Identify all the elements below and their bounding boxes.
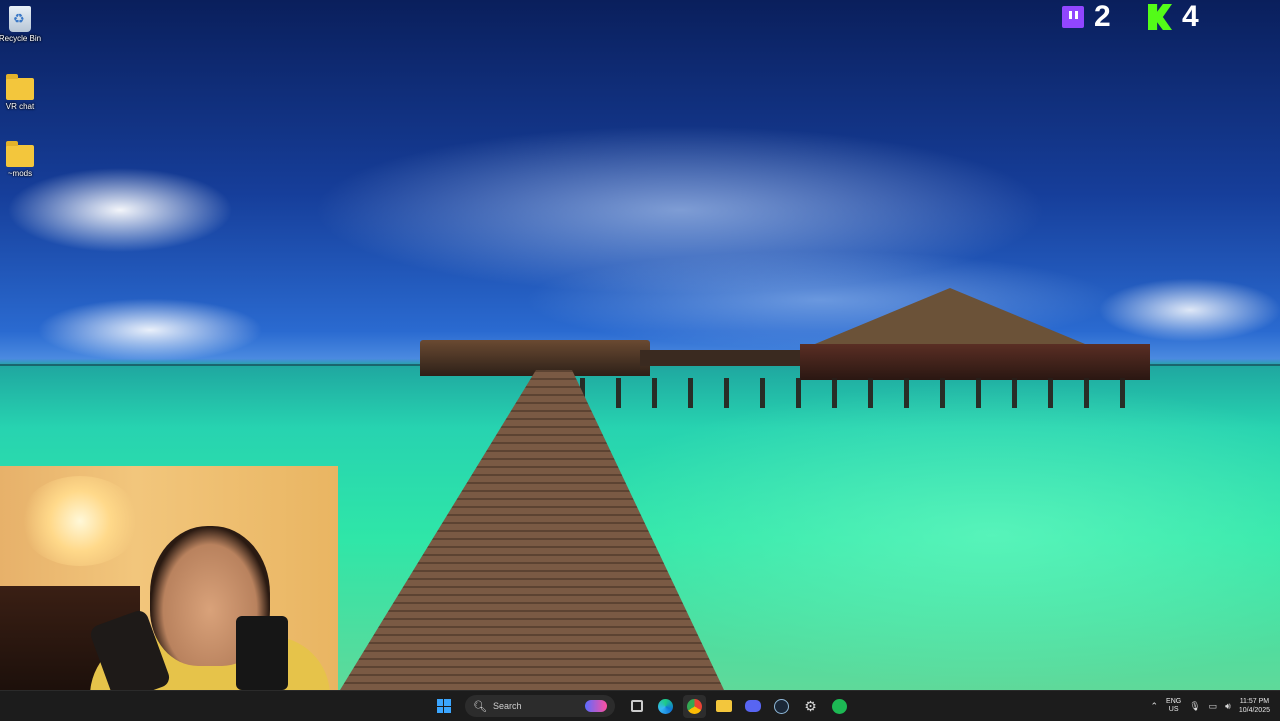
settings-button[interactable]: ⚙ bbox=[799, 695, 822, 718]
phone bbox=[236, 616, 288, 690]
spotify-button[interactable] bbox=[828, 695, 851, 718]
webcam-overlay bbox=[0, 466, 338, 690]
desktop-icon-label: Recycle Bin bbox=[0, 34, 42, 43]
kick-viewer-count: 4 bbox=[1182, 0, 1199, 33]
system-tray: ⌃ ENG US 🎙︎ ▭ 🔊︎ 11:57 PM 10/4/2025 bbox=[1151, 691, 1271, 721]
distant-pier bbox=[640, 350, 800, 366]
desktop-icon-vr-chat[interactable]: VR chat bbox=[0, 74, 48, 111]
chrome-button[interactable] bbox=[683, 694, 706, 718]
search-icon: 🔍︎ bbox=[473, 700, 487, 713]
steam-icon bbox=[774, 698, 789, 714]
twitch-icon bbox=[1062, 6, 1084, 28]
folder-icon bbox=[6, 74, 34, 100]
distant-huts bbox=[420, 340, 650, 376]
start-button[interactable] bbox=[432, 695, 455, 718]
desktop-icon-recycle-bin[interactable]: Recycle Bin bbox=[0, 6, 48, 43]
task-view-icon bbox=[630, 700, 643, 712]
clock-time: 11:57 PM bbox=[1239, 698, 1270, 705]
settings-icon: ⚙ bbox=[804, 698, 817, 714]
folder-icon bbox=[6, 141, 34, 167]
desktop-icon-label: ~mods bbox=[7, 169, 33, 178]
start-icon bbox=[436, 699, 451, 713]
kick-icon bbox=[1148, 4, 1172, 30]
network-icon[interactable]: ▭ bbox=[1209, 701, 1218, 712]
edge-icon bbox=[658, 698, 673, 714]
edge-button[interactable] bbox=[654, 695, 677, 718]
microphone-icon[interactable]: 🎙︎ bbox=[1189, 701, 1200, 712]
lamp-light bbox=[20, 476, 140, 566]
desktop-icon-mods[interactable]: ~mods bbox=[0, 141, 48, 178]
hut-body bbox=[800, 344, 1150, 380]
file-explorer-icon bbox=[715, 700, 732, 712]
taskbar-search[interactable]: 🔍︎ Search bbox=[465, 695, 615, 717]
media-icon bbox=[585, 700, 607, 712]
taskbar: 🔍︎ Search ⚙ ⌃ ENG US 🎙︎ ▭ 🔊︎ 11:57 PM 10… bbox=[0, 690, 1280, 721]
clock[interactable]: 11:57 PM 10/4/2025 bbox=[1239, 697, 1270, 715]
desktop-icon-label: VR chat bbox=[5, 102, 35, 111]
discord-icon bbox=[744, 700, 761, 712]
volume-icon[interactable]: 🔊︎ bbox=[1225, 701, 1231, 712]
region-code: US bbox=[1168, 706, 1179, 713]
twitch-viewer-count: 2 bbox=[1094, 0, 1111, 33]
clock-date: 10/4/2025 bbox=[1238, 707, 1270, 714]
steam-button[interactable] bbox=[770, 695, 793, 718]
language-indicator[interactable]: ENG US bbox=[1166, 698, 1181, 714]
task-view-button[interactable] bbox=[625, 695, 648, 718]
chrome-icon bbox=[687, 698, 702, 714]
search-label: Search bbox=[492, 701, 522, 711]
pier-stilts bbox=[580, 378, 1150, 408]
recycle-bin-icon bbox=[9, 6, 31, 32]
taskbar-pinned: 🔍︎ Search ⚙ bbox=[432, 691, 851, 721]
twitch-viewer-counter: 2 bbox=[1062, 0, 1111, 34]
chevron-up-icon[interactable]: ⌃ bbox=[1151, 701, 1159, 712]
spotify-icon bbox=[832, 698, 847, 714]
kick-viewer-counter: 4 bbox=[1148, 0, 1199, 34]
hut-roof bbox=[815, 288, 1085, 344]
discord-button[interactable] bbox=[741, 695, 764, 718]
file-explorer-button[interactable] bbox=[712, 695, 735, 718]
language-code: ENG bbox=[1166, 698, 1182, 705]
